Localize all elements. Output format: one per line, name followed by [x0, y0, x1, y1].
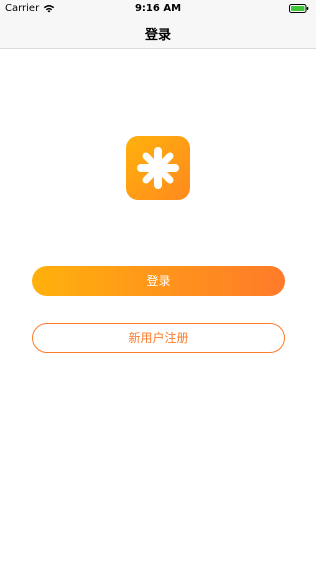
status-bar: Carrier 9:16 AM	[0, 0, 316, 18]
app-logo	[126, 136, 190, 200]
app-logo-icon	[137, 147, 179, 189]
navigation-bar: 登录	[0, 18, 316, 49]
login-button[interactable]: 登录	[32, 266, 285, 296]
register-button[interactable]: 新用户注册	[32, 323, 285, 353]
status-time: 9:16 AM	[134, 3, 182, 14]
battery-icon	[289, 4, 309, 13]
page-title: 登录	[144, 28, 171, 43]
